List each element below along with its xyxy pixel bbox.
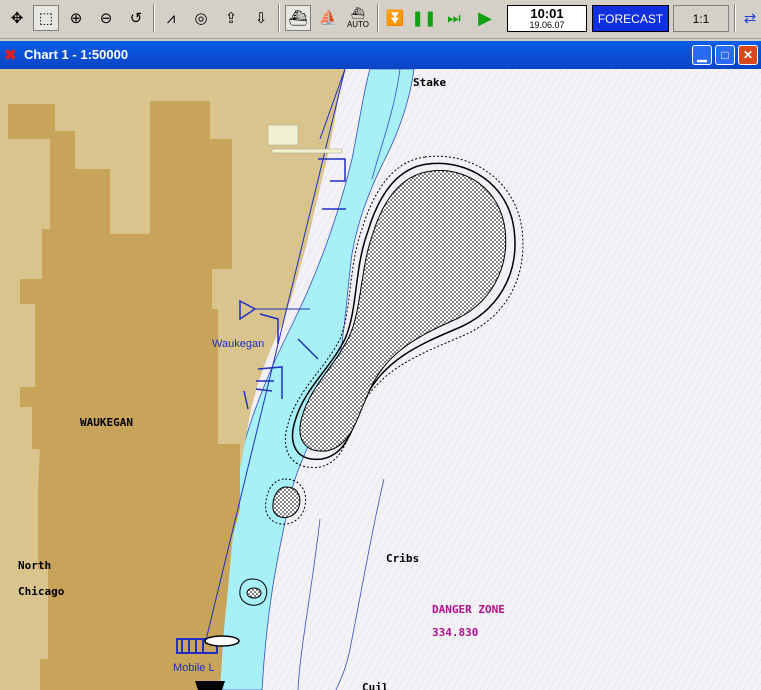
toolbar-separator [278,4,280,32]
label-north: North [18,559,52,572]
toolbar-separator [377,4,379,32]
window-title: Chart 1 - 1:50000 [24,47,129,62]
label-waukegan-port: Waukegan [212,338,265,350]
zoom-out-icon[interactable]: ⊖ [93,5,119,31]
label-bottom-partial: Cuil [362,681,389,690]
pause-icon[interactable]: ❚❚ [411,5,437,31]
label-stake: Stake [413,76,447,89]
step-down-icon[interactable]: ⏬ [382,5,408,31]
land-patch [267,124,299,146]
close-icon[interactable]: ✕ [738,45,758,65]
window-titlebar[interactable]: ✖ Chart 1 - 1:50000 ▁ □ ✕ [0,41,761,69]
label-cribs: Cribs [386,552,420,565]
label-waukegan: WAUKEGAN [80,416,133,429]
chart-canvas[interactable]: Stake Waukegan WAUKEGAN North Chicago Cr… [0,69,761,690]
tiny-shoal [246,587,262,599]
auto-ship-icon: ⛴ [351,8,365,20]
scale-button[interactable]: 1:1 [673,5,729,32]
compass-icon[interactable]: ⩘ [158,5,184,31]
forecast-button[interactable]: FORECAST [592,5,669,32]
auto-label: AUTO [346,20,370,29]
label-mobile: Mobile L [173,662,215,674]
chart-map [0,69,761,690]
zoom-in-icon[interactable]: ⊕ [63,5,89,31]
label-danger-value: 334.830 [432,626,479,639]
route-icon[interactable]: ⛵ [315,5,341,31]
clock-date: 19.06.07 [529,20,565,30]
small-shoal [272,486,301,518]
label-chicago: Chicago [18,585,65,598]
land-patch-2 [271,148,343,154]
toolbar: ✥ ⬚ ⊕ ⊖ ↺ ⩘ ◎ ⇪ ⇩ ⛴ ⛵ ⛴ AUTO ⏬ ❚❚ ⏭ ▶ 10:… [0,0,761,39]
load-icon[interactable]: ⇩ [248,5,274,31]
toolbar-separator [153,4,155,32]
target-icon[interactable]: ◎ [188,5,214,31]
label-danger-zone: DANGER ZONE [432,603,505,616]
ship-icon[interactable]: ⛴ [285,5,311,31]
toolbar-separator [734,4,736,32]
maximize-icon[interactable]: □ [715,45,735,65]
clock-display: 10:01 19.06.07 [507,5,587,32]
undo-icon[interactable]: ↺ [123,5,149,31]
minimize-icon[interactable]: ▁ [692,45,712,65]
sync-icon[interactable]: ⇄ [739,5,761,31]
fast-forward-icon[interactable]: ⏭ [441,5,467,31]
app-icon: ✖ [4,47,17,64]
play-icon[interactable]: ▶ [472,5,498,31]
clock-time: 10:01 [530,6,564,21]
pan-icon[interactable]: ✥ [4,5,30,31]
select-icon[interactable]: ⬚ [33,5,59,31]
upload-icon[interactable]: ⇪ [218,5,244,31]
auto-button[interactable]: ⛴ AUTO [345,5,371,31]
